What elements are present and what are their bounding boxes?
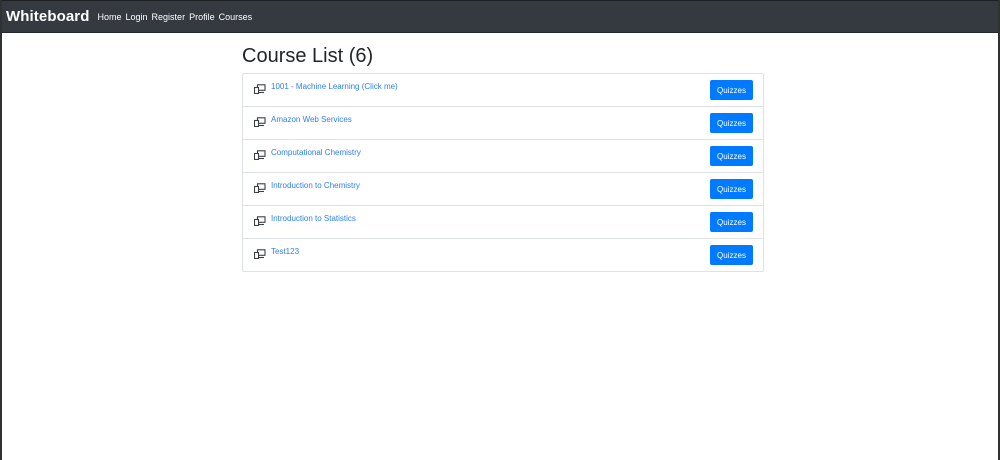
quizzes-button[interactable]: Quizzes	[710, 113, 753, 133]
nav-link-login[interactable]: Login	[126, 12, 148, 22]
course-row: Computational Chemistry Quizzes	[243, 139, 763, 172]
laptop-icon	[253, 114, 266, 128]
course-link[interactable]: Introduction to Chemistry	[271, 181, 360, 190]
course-link[interactable]: Amazon Web Services	[271, 115, 352, 124]
nav-links: Home Login Register Profile Courses	[98, 12, 257, 22]
course-link[interactable]: 1001 - Machine Learning (Click me)	[271, 82, 398, 91]
top-navbar: Whiteboard Home Login Register Profile C…	[2, 0, 998, 33]
nav-link-register[interactable]: Register	[152, 12, 186, 22]
course-row: Introduction to Chemistry Quizzes	[243, 172, 763, 205]
page-title: Course List (6)	[242, 45, 374, 67]
laptop-icon	[253, 213, 266, 227]
course-link[interactable]: Computational Chemistry	[271, 148, 361, 157]
quizzes-button[interactable]: Quizzes	[710, 80, 753, 100]
nav-link-courses[interactable]: Courses	[219, 12, 253, 22]
course-list: 1001 - Machine Learning (Click me) Quizz…	[242, 73, 764, 272]
nav-link-profile[interactable]: Profile	[189, 12, 215, 22]
laptop-icon	[253, 147, 266, 161]
course-link[interactable]: Introduction to Statistics	[271, 214, 356, 223]
nav-link-home[interactable]: Home	[98, 12, 122, 22]
laptop-icon	[253, 246, 266, 260]
course-link[interactable]: Test123	[271, 247, 299, 256]
course-row: Introduction to Statistics Quizzes	[243, 205, 763, 238]
course-row: 1001 - Machine Learning (Click me) Quizz…	[243, 74, 763, 106]
laptop-icon	[253, 81, 266, 95]
main-content: Course List (6) 1001 - Machine Learning …	[242, 36, 764, 272]
course-row: Amazon Web Services Quizzes	[243, 106, 763, 139]
quizzes-button[interactable]: Quizzes	[710, 179, 753, 199]
quizzes-button[interactable]: Quizzes	[710, 212, 753, 232]
quizzes-button[interactable]: Quizzes	[710, 245, 753, 265]
brand-logo[interactable]: Whiteboard	[6, 8, 90, 25]
laptop-icon	[253, 180, 266, 194]
quizzes-button[interactable]: Quizzes	[710, 146, 753, 166]
course-row: Test123 Quizzes	[243, 238, 763, 271]
